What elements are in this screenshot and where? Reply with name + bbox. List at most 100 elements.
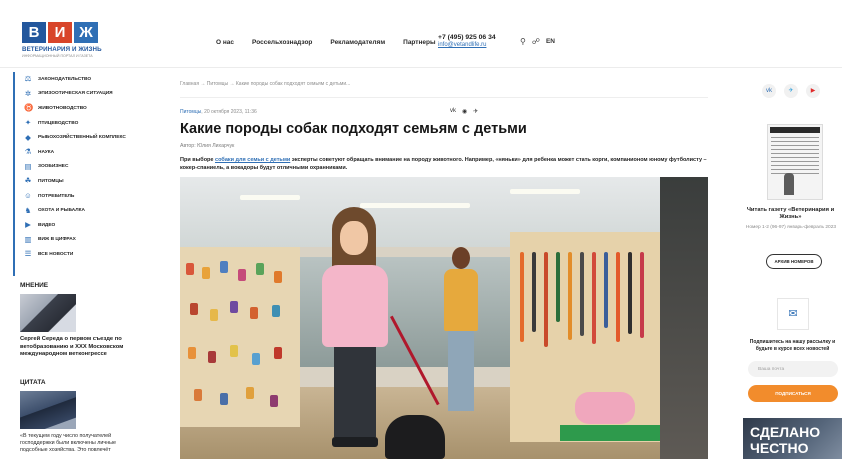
- menu-item-all-news[interactable]: ☰ Все новости: [15, 247, 140, 262]
- black-dog: [385, 415, 445, 459]
- lead-link[interactable]: собаки для семьи с детьми: [215, 157, 290, 163]
- newspaper-cover[interactable]: [767, 124, 823, 200]
- leash-item: [568, 252, 572, 340]
- nav-rosselkhoznadzor[interactable]: Россельхознадзор: [252, 39, 312, 46]
- girl-jacket: [322, 265, 388, 347]
- toy-item: [246, 387, 254, 399]
- header-tools: ⚲ ☍ EN: [520, 37, 555, 46]
- leash-item: [604, 252, 608, 328]
- pet-icon: ☘: [24, 176, 32, 186]
- menu-label: Законодательство: [38, 76, 92, 82]
- logo-letter: Ж: [74, 22, 98, 43]
- email-link[interactable]: info@vetandlife.ru: [438, 42, 496, 48]
- odnoklassniki-icon[interactable]: ◉: [462, 108, 467, 115]
- menu-item-epizootic[interactable]: ✲ Эпизоотическая ситуация: [15, 87, 140, 102]
- toy-shelf: [180, 247, 300, 427]
- menu-item-stats[interactable]: ▥ ВиЖ в цифрах: [15, 233, 140, 248]
- chart-icon: ▥: [24, 234, 32, 244]
- toy-item: [238, 269, 246, 281]
- quote-link[interactable]: «В текущем году число получателей господ…: [20, 433, 140, 454]
- youtube-icon[interactable]: ▶: [806, 84, 820, 98]
- menu-item-poultry[interactable]: ✦ Птицеводство: [15, 116, 140, 131]
- archive-button[interactable]: АРХИВ НОМЕРОВ: [766, 254, 822, 269]
- menu-item-hunting[interactable]: ♞ Охота и рыбалка: [15, 203, 140, 218]
- pink-dog-figure: [575, 392, 635, 424]
- subscribe-button[interactable]: ПОДПИСАТЬСЯ: [748, 385, 838, 402]
- nav-advertisers[interactable]: Рекламодателям: [330, 39, 385, 46]
- language-switch[interactable]: EN: [546, 38, 555, 45]
- site-logo[interactable]: В И Ж ВЕТЕРИНАРИЯ И ЖИЗНЬ ИНФОРМАЦИОННЫЙ…: [22, 22, 104, 64]
- toy-item: [230, 301, 238, 313]
- menu-item-legislation[interactable]: ⚖ Законодательство: [15, 72, 140, 87]
- toy-item: [220, 393, 228, 405]
- quote-photo[interactable]: [20, 391, 76, 429]
- cow-icon: ♉: [24, 103, 34, 113]
- leash-item: [592, 252, 596, 344]
- woman-head: [452, 247, 470, 269]
- leash-item: [616, 252, 620, 342]
- subscribe-text: Подпишитесь на нашу рассылку и будьте в …: [749, 339, 836, 352]
- menu-item-consumer[interactable]: ☺ Потребитель: [15, 189, 140, 204]
- menu-item-pets[interactable]: ☘ Питомцы: [15, 174, 140, 189]
- section-menu: ⚖ Законодательство ✲ Эпизоотическая ситуац…: [13, 72, 140, 276]
- toy-item: [194, 389, 202, 401]
- toy-item: [252, 353, 260, 365]
- fish-icon: ◆: [25, 132, 31, 142]
- menu-label: Питомцы: [38, 178, 64, 184]
- menu-item-zoobusiness[interactable]: ▤ Зообизнес: [15, 160, 140, 175]
- email-input[interactable]: [748, 361, 838, 377]
- nav-partners[interactable]: Партнеры: [403, 39, 435, 46]
- category-link[interactable]: Питомцы: [180, 109, 201, 115]
- divider: [180, 97, 708, 98]
- lead-prefix: При выборе: [180, 157, 216, 163]
- menu-item-video[interactable]: ▶ Видео: [15, 218, 140, 233]
- logo-tagline: ИНФОРМАЦИОННЫЙ ПОРТАЛ И ГАЗЕТА: [22, 54, 93, 58]
- girl-shoes: [332, 437, 378, 447]
- article-title: Какие породы собак подходят семьям с дет…: [180, 121, 527, 137]
- toy-item: [190, 303, 198, 315]
- opinion-photo[interactable]: [20, 294, 76, 332]
- read-newspaper-link[interactable]: Читать газету «Ветеринария и Жизнь»: [743, 207, 838, 222]
- breadcrumb[interactable]: Главная → Питомцы → Какие породы собак п…: [180, 81, 350, 87]
- menu-item-fishery[interactable]: ◆ Рыбохозяйственный комплекс: [15, 130, 140, 145]
- toy-item: [270, 395, 278, 407]
- leash-item: [640, 252, 644, 338]
- menu-item-livestock[interactable]: ♉ Животноводство: [15, 101, 140, 116]
- promo-banner[interactable]: СДЕЛАНО ЧЕСТНО: [743, 418, 842, 459]
- toy-item: [274, 347, 282, 359]
- girl-pants: [334, 347, 376, 437]
- vk-icon[interactable]: vk: [762, 84, 776, 98]
- search-icon[interactable]: ⚲: [520, 37, 526, 46]
- rss-icon[interactable]: ☍: [532, 37, 540, 46]
- left-sidebar: ⚖ Законодательство ✲ Эпизоотическая ситуац…: [13, 68, 141, 459]
- share-buttons: vk ◉ ✈: [450, 108, 478, 115]
- menu-label: Наука: [38, 149, 55, 155]
- gavel-icon: ⚖: [24, 74, 32, 84]
- telegram-icon[interactable]: ✈: [784, 84, 798, 98]
- toy-item: [272, 305, 280, 317]
- woman-body: [444, 269, 478, 331]
- menu-label: Птицеводство: [38, 120, 79, 126]
- toy-item: [274, 271, 282, 283]
- paw-icon: ✦: [24, 118, 32, 128]
- toy-item: [220, 261, 228, 273]
- menu-item-science[interactable]: ⚗ Наука: [15, 145, 140, 160]
- toy-item: [188, 347, 196, 359]
- menu-label: ВиЖ в цифрах: [38, 237, 76, 243]
- opinion-link[interactable]: Сергей Середа о первом съезде по ветобра…: [20, 336, 140, 359]
- leash-item: [628, 252, 632, 334]
- logo-letter: В: [22, 22, 46, 43]
- telegram-icon[interactable]: ✈: [473, 108, 478, 115]
- article-meta: Питомцы, 20 октября 2023, 11:36: [180, 109, 257, 115]
- book-icon: ▤: [24, 161, 32, 171]
- vk-icon[interactable]: vk: [450, 108, 456, 115]
- dark-shelf: [660, 177, 708, 459]
- issue-number: Номер 1-2 (96-97) январь-февраль 2023: [745, 225, 837, 230]
- menu-label: Эпизоотическая ситуация: [38, 91, 113, 97]
- contact-block: +7 (495) 925 06 34 info@vetandlife.ru: [438, 34, 496, 48]
- leash-item: [532, 252, 536, 332]
- nav-about[interactable]: О нас: [216, 39, 234, 46]
- hunt-icon: ♞: [24, 205, 32, 215]
- article-main: Главная → Питомцы → Какие породы собак п…: [160, 68, 720, 459]
- phone-number[interactable]: +7 (495) 925 06 34: [438, 34, 496, 41]
